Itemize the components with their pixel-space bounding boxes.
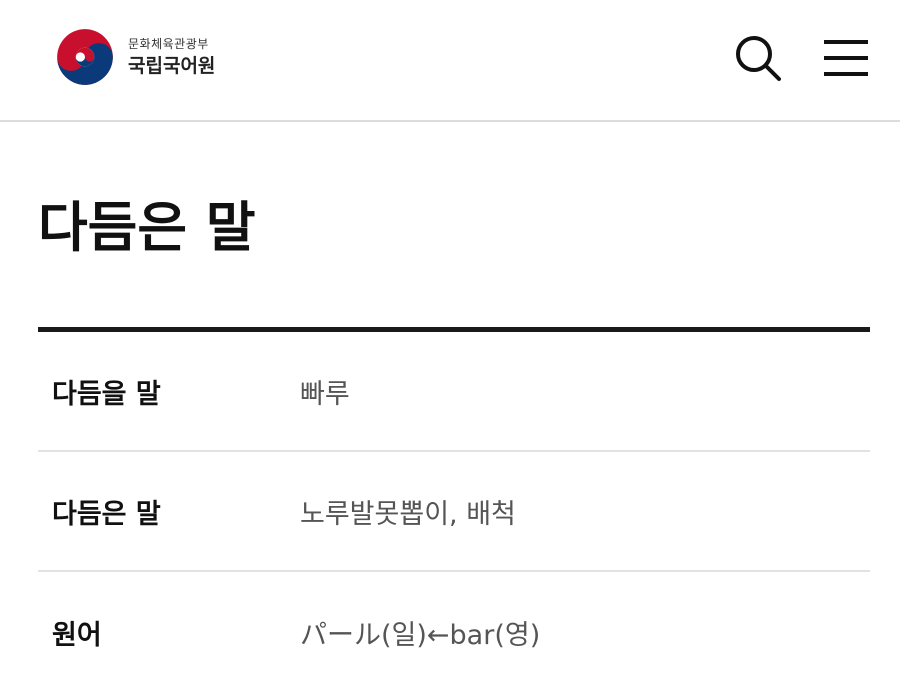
row-value: 빠루 [300, 378, 350, 410]
menu-button[interactable] [818, 30, 874, 86]
page-title: 다듬은 말 [38, 196, 256, 259]
row-label: 원어 [52, 619, 102, 651]
row-origin: 원어 パール(일)←bar(영) [38, 572, 870, 675]
taegeuk-logo-icon [57, 29, 113, 85]
row-label: 다듬을 말 [52, 378, 161, 410]
search-button[interactable] [730, 30, 786, 86]
row-value: パール(일)←bar(영) [300, 619, 541, 651]
row-label: 다듬은 말 [52, 498, 161, 530]
row-original-term: 다듬을 말 빠루 [38, 332, 870, 452]
logo-ministry-name: 문화체육관광부 [128, 37, 209, 51]
search-icon [736, 36, 781, 81]
logo-org-name: 국립국어원 [128, 55, 216, 77]
site-logo[interactable]: 문화체육관광부 국립국어원 [56, 28, 215, 86]
row-value: 노루발못뽑이, 배척 [300, 498, 516, 530]
row-refined-term: 다듬은 말 노루발못뽑이, 배척 [38, 452, 870, 572]
hamburger-menu-icon [824, 40, 868, 76]
site-header: 문화체육관광부 국립국어원 [0, 0, 900, 122]
logo-text: 문화체육관광부 국립국어원 [128, 36, 215, 78]
term-info-table: 다듬을 말 빠루 다듬은 말 노루발못뽑이, 배척 원어 パール(일)←bar(… [38, 327, 870, 675]
